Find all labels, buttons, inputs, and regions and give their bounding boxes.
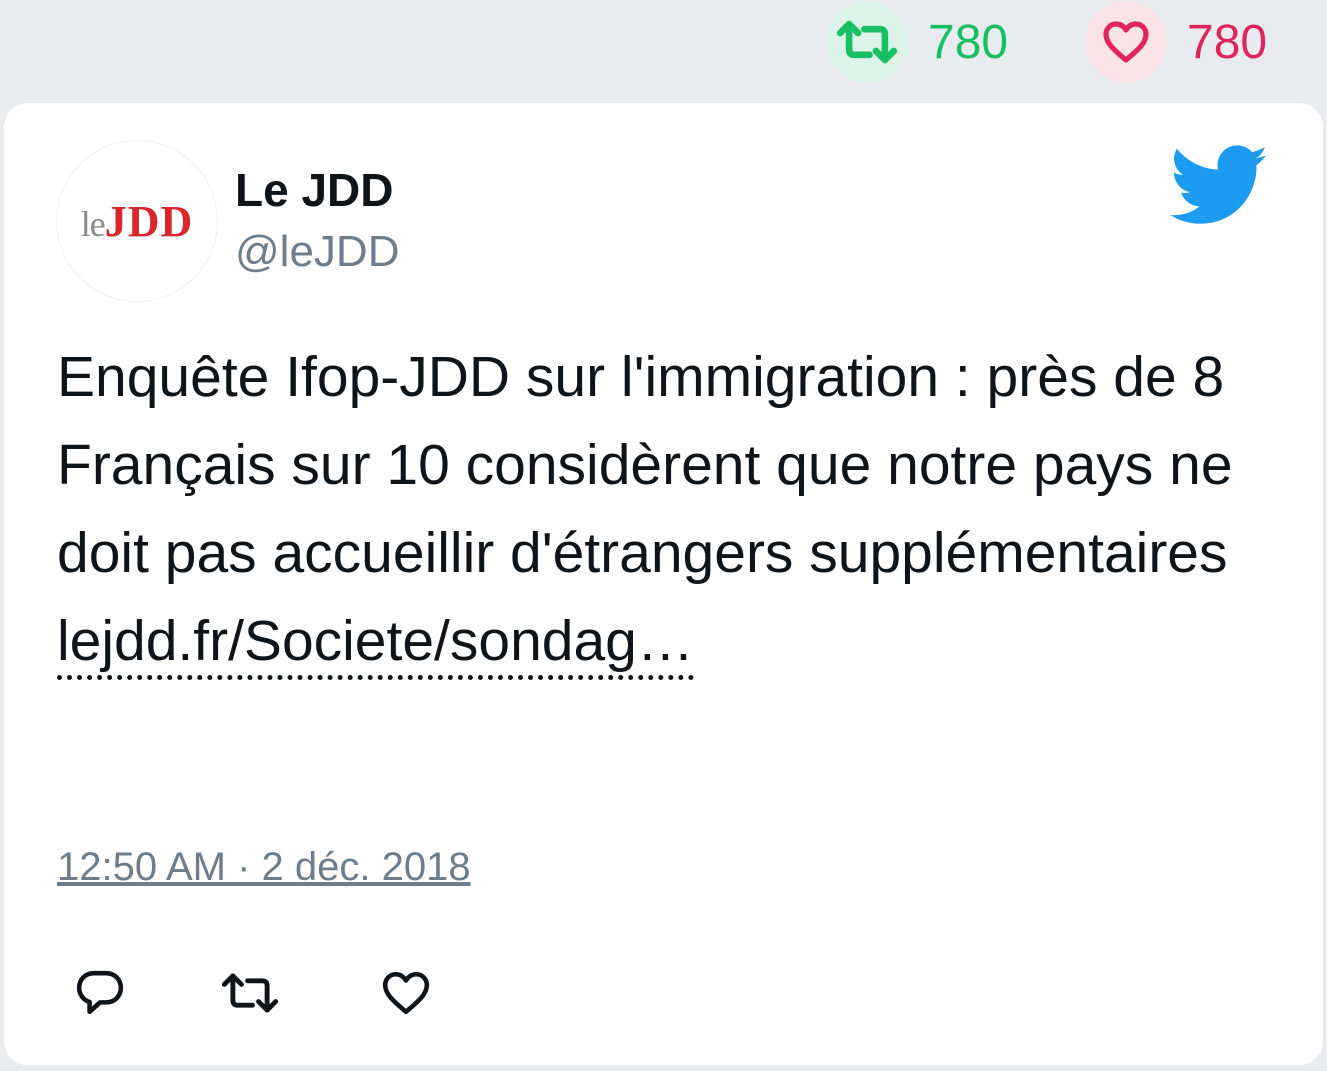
tweet-body: Enquête Ifop-JDD sur l'immigration : prè… [57, 333, 1297, 685]
like-button[interactable] [376, 963, 436, 1023]
reply-button[interactable] [70, 963, 130, 1023]
tweet-text: Enquête Ifop-JDD sur l'immigration : prè… [57, 345, 1233, 585]
author-handle[interactable]: @leJDD [235, 227, 399, 277]
retweet-stat-icon [826, 1, 908, 83]
author-name[interactable]: Le JDD [235, 163, 393, 217]
avatar-logo: leJDD [81, 196, 194, 247]
heart-icon [382, 971, 430, 1015]
tweet-link[interactable]: lejdd.fr/Societe/sondag… [57, 607, 694, 680]
heart-stat-icon [1085, 1, 1167, 83]
reply-icon [76, 970, 124, 1015]
like-stat[interactable]: 780 [1085, 0, 1267, 84]
tweet-timestamp[interactable]: 12:50 AM · 2 déc. 2018 [57, 845, 471, 890]
retweet-icon [221, 973, 279, 1013]
retweet-button[interactable] [220, 963, 280, 1023]
avatar-logo-main: JDD [104, 196, 194, 246]
avatar[interactable]: leJDD [57, 141, 217, 301]
twitter-bird-icon[interactable] [1169, 145, 1270, 227]
like-count: 780 [1187, 15, 1268, 69]
tweet-card[interactable]: leJDD Le JDD @leJDD Enquête Ifop-JDD sur… [4, 103, 1323, 1065]
retweet-count: 780 [928, 15, 1009, 69]
engagement-stats-bar: 780 780 [0, 0, 1327, 100]
avatar-logo-prefix: le [80, 203, 106, 244]
retweet-stat[interactable]: 780 [826, 0, 1008, 84]
